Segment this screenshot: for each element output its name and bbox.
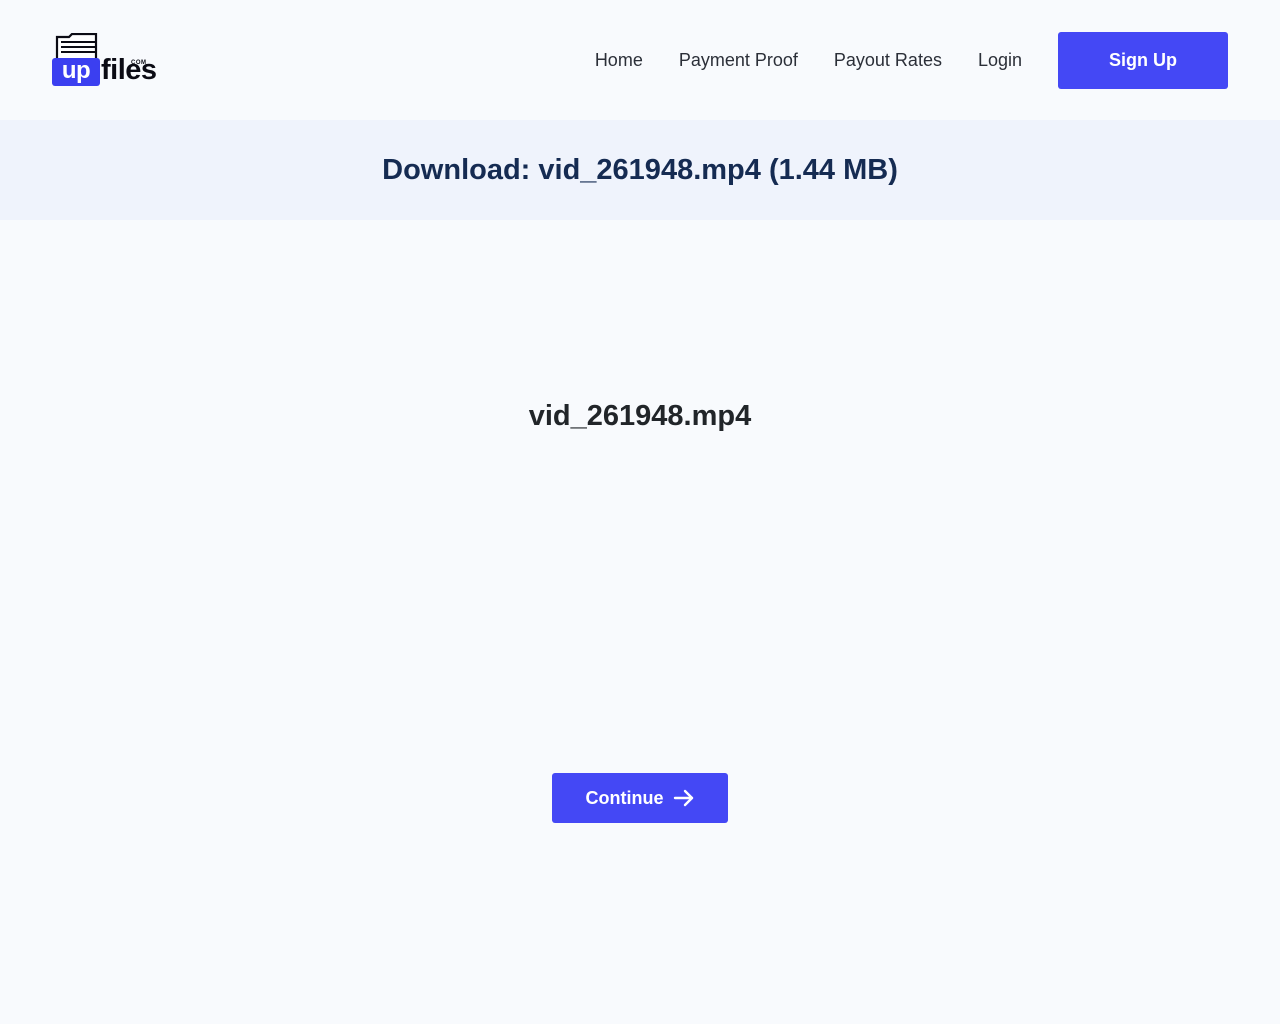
arrow-right-icon (673, 789, 693, 807)
main-nav: Home Payment Proof Payout Rates Login Si… (595, 32, 1228, 89)
site-header: up COM files Home Payment Proof Payout R… (0, 0, 1280, 120)
nav-link-home[interactable]: Home (595, 50, 643, 71)
nav-link-payout-rates[interactable]: Payout Rates (834, 50, 942, 71)
upfiles-logo[interactable]: up COM files (52, 33, 162, 89)
file-name-heading: vid_261948.mp4 (528, 400, 752, 432)
continue-button[interactable]: Continue (552, 773, 728, 823)
logo-up-text: up (52, 58, 100, 86)
nav-link-login[interactable]: Login (978, 50, 1022, 71)
nav-link-payment-proof[interactable]: Payment Proof (679, 50, 798, 71)
download-banner: Download: vid_261948.mp4 (1.44 MB) (0, 120, 1280, 220)
sign-up-button[interactable]: Sign Up (1058, 32, 1228, 89)
continue-label: Continue (585, 787, 664, 808)
page-title: Download: vid_261948.mp4 (1.44 MB) (382, 153, 898, 186)
logo-files-text: files (101, 54, 157, 86)
